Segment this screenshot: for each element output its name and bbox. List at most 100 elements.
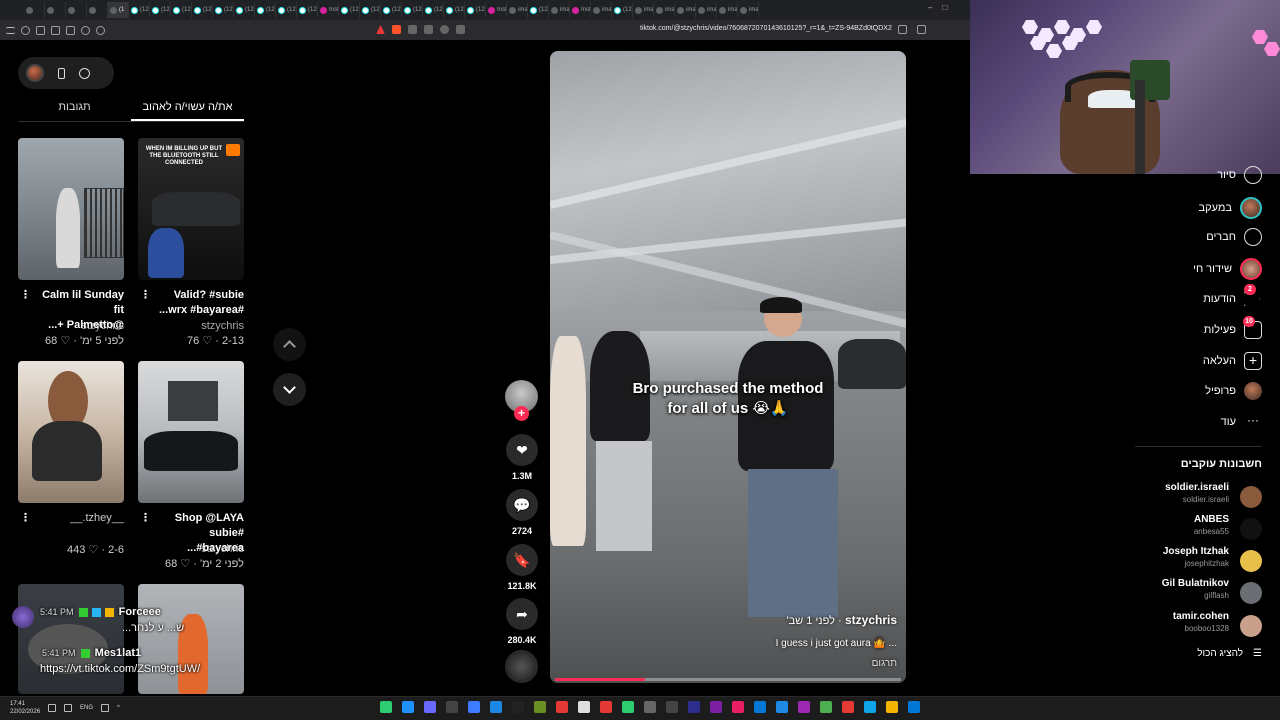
sidebar-item-upload[interactable]: העלאה + xyxy=(1152,352,1262,370)
taskbar-app-icon[interactable] xyxy=(886,701,898,713)
browser-tab[interactable]: (12) xyxy=(612,2,633,18)
taskbar-app-icon[interactable] xyxy=(820,701,832,713)
system-clock[interactable]: 17:41 22/02/2026 xyxy=(10,700,40,716)
menu-icon[interactable] xyxy=(6,26,15,34)
browser-tab[interactable]: imag xyxy=(591,2,612,18)
taskbar-app-icon[interactable] xyxy=(864,701,876,713)
sidebar-item-activity[interactable]: פעילות 10 xyxy=(1152,316,1262,339)
taskbar-app-icon[interactable] xyxy=(688,701,700,713)
taskbar-app-icon[interactable] xyxy=(490,701,502,713)
video-card[interactable]: ⋮ Calm lil Sunday fit @Palmetto +... stz… xyxy=(18,138,124,347)
translate-icon[interactable] xyxy=(456,25,465,34)
sidebar-item-messages[interactable]: הודעות 2 xyxy=(1152,284,1262,308)
video-author-name[interactable]: stzychris xyxy=(845,613,897,627)
taskbar-app-icon[interactable] xyxy=(446,701,458,713)
following-account[interactable]: ANBES anbesa55 xyxy=(1132,514,1262,542)
browser-tab[interactable]: imag xyxy=(717,2,738,18)
warning-extension-icon[interactable] xyxy=(376,25,385,34)
music-icon[interactable] xyxy=(81,25,90,35)
comment-button[interactable]: 💬 2724 xyxy=(505,489,539,536)
reader-icon[interactable] xyxy=(898,25,907,34)
sidebar-item-following[interactable]: במעקב xyxy=(1152,197,1262,219)
sidebar-item-profile[interactable]: פרופיל xyxy=(1152,382,1262,400)
like-button[interactable]: ❤ 1.3M xyxy=(505,434,539,481)
taskbar-app-icon[interactable] xyxy=(666,701,678,713)
taskbar-app-icon[interactable] xyxy=(776,701,788,713)
browser-tab[interactable]: imag xyxy=(549,2,570,18)
taskbar-app-icon[interactable] xyxy=(732,701,744,713)
microphone-icon[interactable] xyxy=(101,704,110,712)
sidebar-item-more[interactable]: עוד ··· xyxy=(1152,413,1262,431)
taskbar-app-icon[interactable] xyxy=(710,701,722,713)
taskbar-app-icon[interactable] xyxy=(424,701,436,713)
sidebar-toggle-icon[interactable] xyxy=(51,25,60,35)
taskbar-app-icon[interactable] xyxy=(402,701,414,713)
video-card[interactable] xyxy=(138,584,244,694)
sidebar-item-explore[interactable]: סיור xyxy=(1152,166,1262,184)
taskbar-app-icon[interactable] xyxy=(754,701,766,713)
music-disc-icon[interactable] xyxy=(505,650,538,683)
browser-tab[interactable]: (12) xyxy=(213,2,234,18)
translate-link[interactable]: תרגום xyxy=(872,658,897,669)
video-card[interactable]: WHEN IM BILLING UP BUT THE BLUETOOTH STI… xyxy=(138,138,244,347)
browser-tab[interactable] xyxy=(24,2,45,18)
video-description[interactable]: I guess i just got aura 🤷 ... xyxy=(776,638,897,649)
following-account[interactable]: soldier.israeli soldier.israeli xyxy=(1132,482,1262,510)
browser-tab[interactable]: (12) xyxy=(402,2,423,18)
search-icon[interactable] xyxy=(440,25,449,34)
sidebar-item-friends[interactable]: חברים xyxy=(1152,228,1262,246)
browser-tab[interactable]: (12) xyxy=(171,2,192,18)
browser-tab[interactable]: (12) xyxy=(360,2,381,18)
browser-tab[interactable]: Insta xyxy=(486,2,507,18)
browser-tab[interactable]: (12) xyxy=(423,2,444,18)
video-author[interactable]: stzychris xyxy=(138,320,244,332)
browser-tab[interactable]: imag xyxy=(507,2,528,18)
video-thumbnail[interactable] xyxy=(138,584,244,694)
browser-tab[interactable]: (1 xyxy=(108,2,129,18)
video-thumbnail[interactable] xyxy=(18,361,124,503)
video-player[interactable]: Bro purchased the method for all of us 😭… xyxy=(550,51,906,683)
following-account[interactable]: Joseph Itzhak josephitzhak xyxy=(1132,546,1262,574)
browser-tab[interactable]: (12) xyxy=(129,2,150,18)
taskbar-app-icon[interactable] xyxy=(908,701,920,713)
taskbar-app-icon[interactable] xyxy=(512,701,524,713)
browser-tab[interactable]: (12) xyxy=(276,2,297,18)
chevron-up-icon[interactable]: ^ xyxy=(117,705,120,711)
taskbar-app-icon[interactable] xyxy=(380,701,392,713)
taskbar-app-icon[interactable] xyxy=(644,701,656,713)
more-options-icon[interactable]: ⋮ xyxy=(20,511,31,526)
creator-avatar[interactable]: + xyxy=(505,380,538,421)
video-caption[interactable]: ⋮ Shop @LAYA #subie #bayarea... xyxy=(138,511,244,554)
browser-tab[interactable]: imag xyxy=(633,2,654,18)
video-card[interactable]: ⋮ __tzhey.__ 2-6 · ♡ 443 xyxy=(18,361,124,556)
video-thumbnail[interactable] xyxy=(18,138,124,280)
maximize-icon[interactable]: □ xyxy=(942,3,947,12)
video-card[interactable]: ⋮ Shop @LAYA #subie #bayarea... stzychri… xyxy=(138,361,244,570)
show-all-button[interactable]: להציג הכול ☰ xyxy=(1197,648,1262,659)
browser-tab[interactable] xyxy=(45,2,66,18)
share-icon[interactable] xyxy=(408,25,417,34)
more-options-icon[interactable]: ⋮ xyxy=(140,511,151,526)
video-caption[interactable]: ⋮ Calm lil Sunday fit @Palmetto +... xyxy=(18,288,124,331)
sidebar-item-live[interactable]: שידור חי xyxy=(1152,258,1262,280)
video-thumbnail[interactable]: WHEN IM BILLING UP BUT THE BLUETOOTH STI… xyxy=(138,138,244,280)
browser-tab[interactable]: (12) xyxy=(297,2,318,18)
split-view-icon[interactable] xyxy=(66,25,75,35)
language-indicator[interactable]: ENG xyxy=(80,705,93,711)
volume-icon[interactable] xyxy=(48,704,56,712)
browser-tab[interactable]: imag xyxy=(675,2,696,18)
browser-tab[interactable]: Insta xyxy=(318,2,339,18)
settings-icon[interactable] xyxy=(96,25,105,35)
video-caption[interactable]: ⋮ __tzhey.__ xyxy=(18,511,124,541)
previous-video-button[interactable] xyxy=(273,328,306,361)
browser-tab[interactable]: (12) xyxy=(528,2,549,18)
video-thumbnail[interactable] xyxy=(138,361,244,503)
browser-tab[interactable]: Insta xyxy=(570,2,591,18)
following-account[interactable]: tamir.cohen booboo1328 xyxy=(1132,611,1262,639)
more-options-icon[interactable]: ⋮ xyxy=(140,288,151,303)
browser-tab[interactable]: (12) xyxy=(192,2,213,18)
browser-tab[interactable]: (12) xyxy=(465,2,486,18)
video-card[interactable] xyxy=(18,584,124,694)
taskbar-app-icon[interactable] xyxy=(468,701,480,713)
browser-tab[interactable]: (12) xyxy=(255,2,276,18)
